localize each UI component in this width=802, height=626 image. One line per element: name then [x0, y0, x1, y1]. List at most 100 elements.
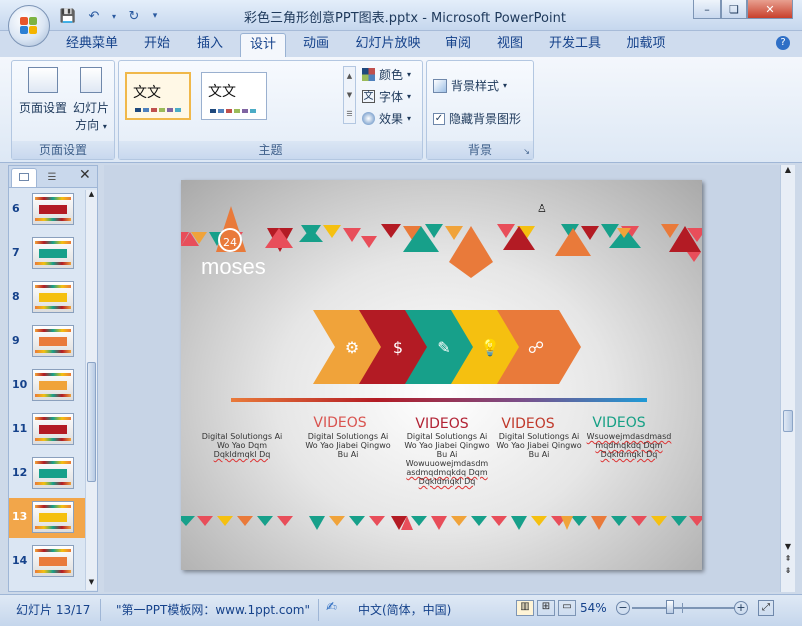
scroll-thumb[interactable] — [87, 362, 96, 482]
desc-line: Dqkldmqkl Dq — [213, 450, 271, 459]
save-icon[interactable]: 💾 — [58, 7, 78, 25]
theme-gallery-scroll[interactable]: ▲ ▼ ☰ — [343, 66, 356, 124]
scroll-up-icon[interactable]: ▲ — [86, 190, 97, 202]
slide-orientation-button[interactable]: 幻灯片 方向 ▾ — [70, 67, 112, 133]
slide-graphics: ⚙ $ ✎ 💡 ☍ ♙ — [181, 202, 702, 530]
undo-dropdown-icon[interactable]: ▾ — [110, 7, 118, 25]
theme-thumbnail-1[interactable]: 文文 — [125, 72, 191, 120]
column-title-1[interactable]: VIDEOS — [295, 415, 385, 431]
fit-to-window-icon[interactable]: ⤢ — [758, 600, 774, 616]
tab-classic-menu[interactable]: 经典菜单 — [60, 33, 124, 57]
tab-slideshow[interactable]: 幻灯片放映 — [348, 33, 428, 57]
language-indicator[interactable]: 中文(简体，中国) — [358, 601, 451, 618]
undo-icon[interactable]: ↶ — [84, 7, 104, 25]
normal-view-icon[interactable]: ▥ — [516, 600, 534, 616]
minimize-button[interactable]: – — [693, 0, 721, 19]
column-title-2[interactable]: VIDEOS — [397, 416, 487, 432]
colors-button[interactable]: 颜色 ▾ — [362, 66, 411, 83]
description-5[interactable]: Wsuowejmdasdmasd mqdmqkdq Dqm Dqkldmqkl … — [583, 432, 675, 459]
slide-thumbnail[interactable]: 6 — [9, 190, 87, 230]
quick-access-toolbar: 💾 ↶ ▾ ↻ ▾ — [58, 6, 160, 26]
dialog-launcher-icon[interactable]: ↘ — [523, 147, 530, 156]
slide-canvas[interactable]: ⚙ $ ✎ 💡 ☍ ♙ 24 moses VIDEOS VIDEOS VIDEOS VI… — [181, 180, 702, 570]
theme-2-swatches — [210, 109, 256, 113]
slide-number: 7 — [12, 246, 20, 259]
ribbon-tabs: 经典菜单 开始 插入 设计 动画 幻灯片放映 审阅 视图 开发工具 加载项 ? — [0, 31, 802, 57]
zoom-slider-track[interactable] — [632, 607, 734, 609]
slide-preview — [32, 237, 74, 269]
column-title-4[interactable]: VIDEOS — [574, 415, 664, 431]
slide-thumbnail[interactable]: 13 — [9, 498, 87, 538]
effects-button[interactable]: 效果 ▾ — [362, 110, 411, 127]
slide-number: 6 — [12, 202, 20, 215]
close-pane-icon[interactable]: ✕ — [79, 167, 91, 183]
slide-sorter-icon[interactable]: ⊞ — [537, 600, 555, 616]
page-setup-label: 页面设置 — [18, 101, 67, 115]
tab-home[interactable]: 开始 — [135, 33, 179, 57]
slide-number: 9 — [12, 334, 20, 347]
theme-thumbnail-2[interactable]: 文文 — [201, 72, 267, 120]
restore-button[interactable]: ❏ — [721, 0, 747, 19]
orientation-label: 幻灯片 — [72, 101, 109, 115]
scroll-down-icon[interactable]: ▼ — [86, 578, 97, 590]
slide-number: 12 — [12, 466, 28, 479]
zoom-in-icon[interactable]: + — [734, 601, 748, 615]
slide-thumbnail[interactable]: 8 — [9, 278, 87, 318]
column-title-3[interactable]: VIDEOS — [483, 416, 573, 432]
help-icon[interactable]: ? — [776, 36, 790, 50]
fonts-icon: 文 — [362, 90, 375, 103]
page-setup-group-label: 页面设置 — [12, 141, 114, 159]
page-setup-button[interactable]: 页面设置 — [16, 67, 70, 116]
scroll-up-icon[interactable]: ▲ — [781, 165, 795, 179]
tab-insert[interactable]: 插入 — [188, 33, 232, 57]
spell-check-icon[interactable]: ✍ — [326, 600, 337, 615]
description-3[interactable]: Digital Solutiongs Ai Wo Yao Jiabei Qing… — [401, 432, 493, 486]
desc-line: Bu Ai — [337, 450, 359, 459]
desc-line: Wo Yao Jiabei Qingwo — [305, 441, 391, 450]
office-button[interactable] — [8, 5, 50, 47]
logo-badge: 24 — [223, 236, 237, 249]
prev-next-slide-icon[interactable]: ▼ ⇞ ⇟ — [781, 541, 795, 577]
slide-thumbnail[interactable]: 14 — [9, 542, 87, 582]
slide-thumbnail[interactable]: 12 — [9, 454, 87, 494]
tab-design[interactable]: 设计 — [240, 33, 286, 57]
chevron-down-icon: ▾ — [407, 70, 412, 79]
background-styles-button[interactable]: 背景样式 ▾ — [433, 77, 507, 94]
hide-background-graphics-label: 隐藏背景图形 — [449, 112, 522, 126]
description-1[interactable]: Digital Solutiongs Ai Wo Yao Dqm Dqkldmq… — [196, 432, 288, 459]
slide-thumbnail[interactable]: 11 — [9, 410, 87, 450]
desc-line: mqdmqkdq Dqm — [595, 441, 663, 450]
zoom-out-icon[interactable]: − — [616, 601, 630, 615]
colors-icon — [362, 68, 375, 81]
desc-line: Digital Solutiongs Ai — [201, 432, 283, 441]
slides-tab[interactable] — [11, 168, 37, 187]
hide-background-graphics-checkbox[interactable]: ✓ 隐藏背景图形 — [433, 110, 521, 127]
logo-text[interactable]: moses — [201, 254, 266, 280]
close-button[interactable]: ✕ — [747, 0, 793, 19]
chevron-down-icon: ▾ — [503, 81, 508, 90]
slide-thumbnail[interactable]: 9 — [9, 322, 87, 362]
chevron-icon: $ — [393, 338, 403, 357]
description-2[interactable]: Digital Solutiongs Ai Wo Yao Jiabei Qing… — [302, 432, 394, 459]
outline-tab[interactable]: ☰ — [39, 168, 65, 187]
theme-name[interactable]: "第一PPT模板网：www.1ppt.com" — [116, 601, 310, 618]
redo-icon[interactable]: ↻ — [124, 7, 144, 25]
scroll-thumb[interactable] — [783, 410, 793, 432]
slideshow-view-icon[interactable]: ▭ — [558, 600, 576, 616]
zoom-level[interactable]: 54% — [580, 601, 607, 615]
description-4[interactable]: Digital Solutiongs Ai Wo Yao Jiabei Qing… — [493, 432, 585, 459]
slide-thumbnail[interactable]: 7 — [9, 234, 87, 274]
zoom-slider-thumb[interactable] — [665, 600, 674, 614]
zoom-center-tick — [682, 603, 683, 613]
editor-scrollbar[interactable]: ▲ ▼ ⇞ ⇟ — [780, 165, 795, 592]
slides-pane-scrollbar[interactable]: ▲ ▼ — [85, 190, 97, 590]
tab-animation[interactable]: 动画 — [294, 33, 338, 57]
background-styles-label: 背景样式 — [451, 79, 500, 93]
tab-review[interactable]: 审阅 — [436, 33, 480, 57]
tab-developer[interactable]: 开发工具 — [542, 33, 608, 57]
fonts-button[interactable]: 文字体 ▾ — [362, 88, 411, 105]
slide-thumbnail[interactable]: 10 — [9, 366, 87, 406]
background-styles-icon — [433, 78, 447, 93]
tab-view[interactable]: 视图 — [488, 33, 532, 57]
tab-addins[interactable]: 加载项 — [618, 33, 674, 57]
